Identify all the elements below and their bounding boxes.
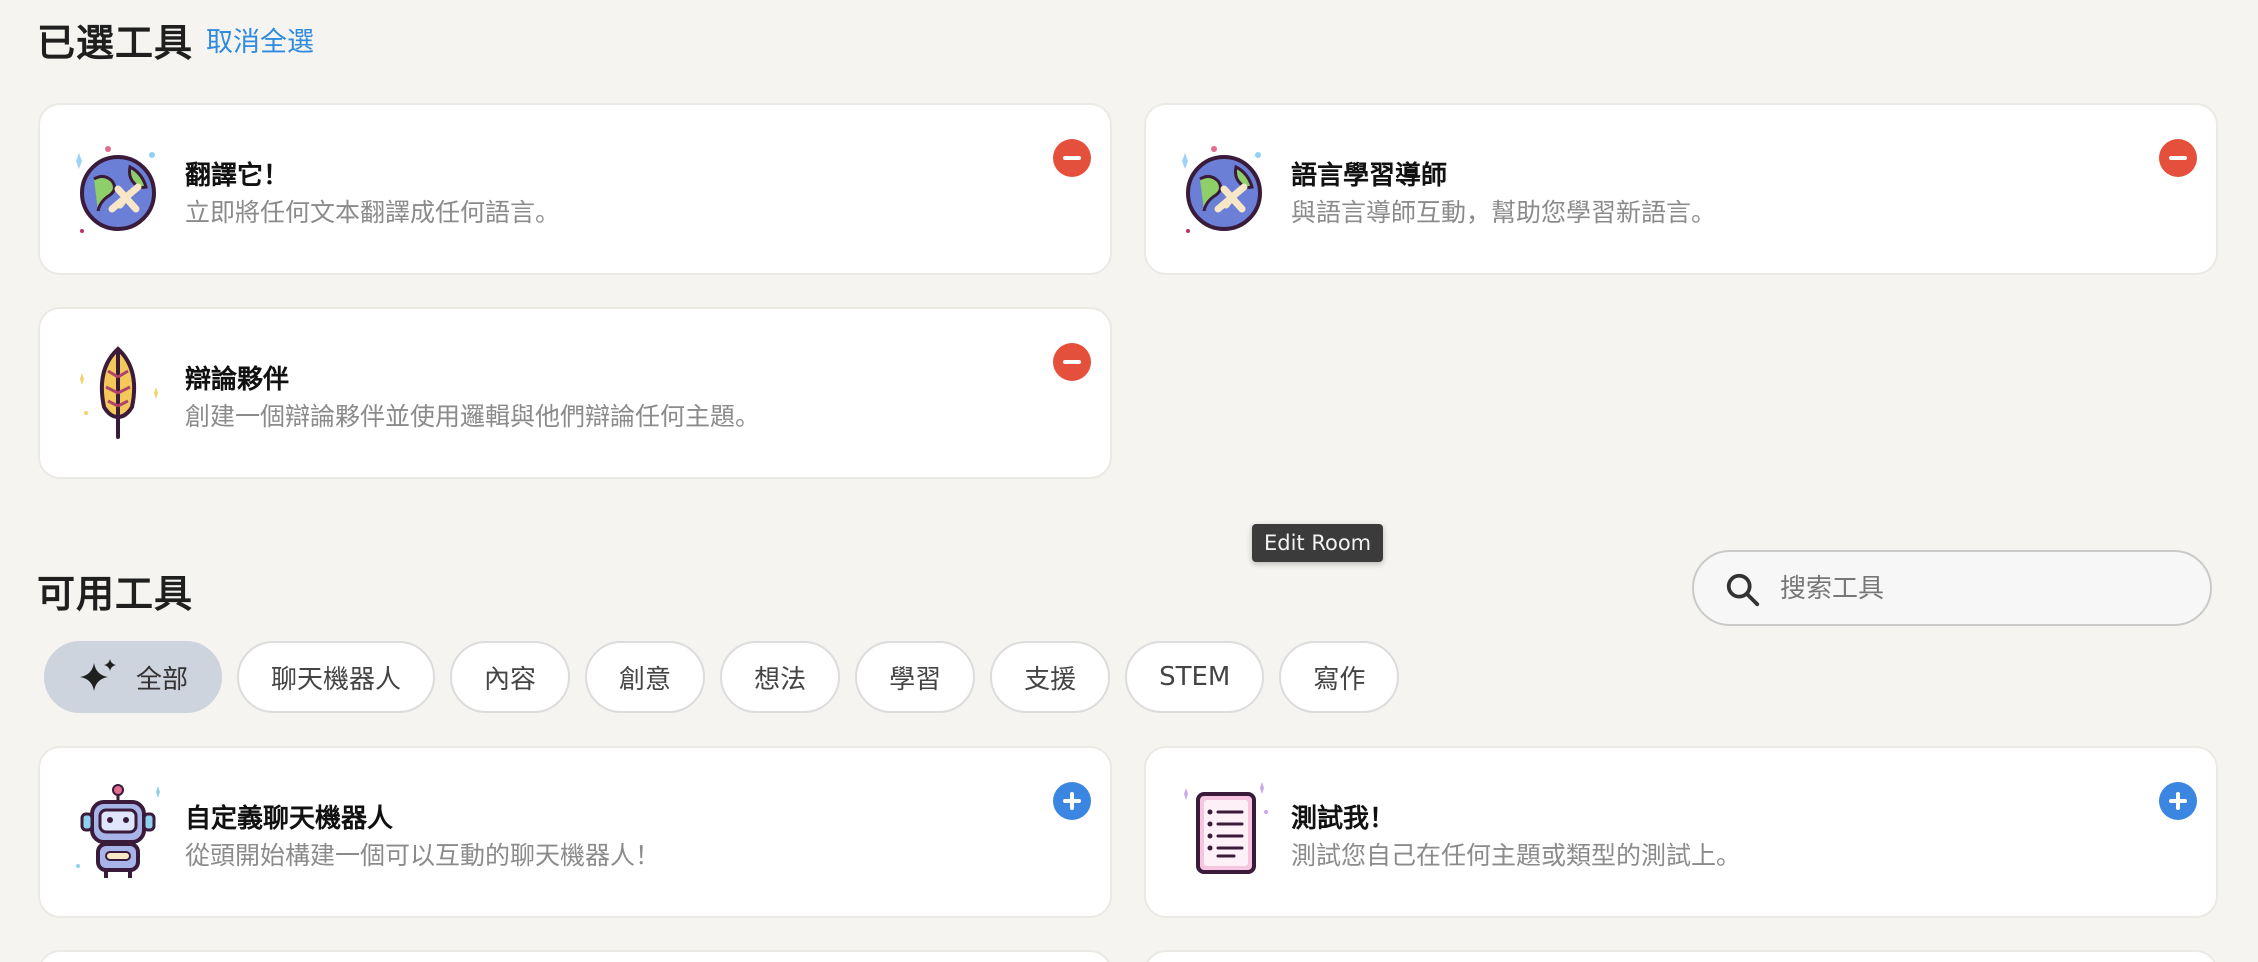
globe-plane-icon bbox=[76, 146, 156, 233]
available-tool-card-test-me[interactable]: 測試我！ 測試您自己在任何主題或類型的測試上。 bbox=[1144, 746, 2218, 918]
available-tool-card-custom-chatbot[interactable]: 自定義聊天機器人 從頭開始構建一個可以互動的聊天機器人！ bbox=[38, 746, 1112, 918]
selected-tools-title: 已選工具 bbox=[37, 21, 194, 65]
tool-title: 翻譯它！ bbox=[185, 161, 290, 191]
search-icon bbox=[1726, 573, 1760, 607]
selected-tool-card-translate[interactable]: 翻譯它！ 立即將任何文本翻譯成任何語言。 bbox=[38, 103, 1112, 275]
remove-tool-button[interactable] bbox=[1053, 343, 1091, 381]
deselect-all-link[interactable]: 取消全選 bbox=[206, 20, 314, 59]
search-box[interactable] bbox=[1692, 550, 2212, 626]
tool-description: 立即將任何文本翻譯成任何語言。 bbox=[185, 198, 561, 227]
selected-tool-card-debate-partner[interactable]: 辯論夥伴 創建一個辯論夥伴並使用邏輯與他們辯論任何主題。 bbox=[38, 307, 1112, 479]
category-filters: 全部 聊天機器人 內容 創意 想法 學習 支援 STEM 寫作 bbox=[44, 641, 1400, 713]
filter-chip-writing[interactable]: 寫作 bbox=[1279, 641, 1400, 713]
tool-title: 語言學習導師 bbox=[1291, 161, 1448, 191]
test-sheet-icon bbox=[1184, 782, 1268, 874]
available-tool-card-partial[interactable] bbox=[38, 950, 1112, 962]
edit-room-tooltip: Edit Room bbox=[1252, 524, 1384, 562]
filter-chip-creative[interactable]: 創意 bbox=[585, 641, 706, 713]
filter-chip-label: 全部 bbox=[136, 664, 189, 695]
tool-title: 自定義聊天機器人 bbox=[185, 804, 394, 834]
available-tool-card-partial[interactable] bbox=[1144, 950, 2218, 962]
selected-tool-card-language-tutor[interactable]: 語言學習導師 與語言導師互動，幫助您學習新語言。 bbox=[1144, 103, 2218, 275]
feather-icon bbox=[80, 346, 158, 439]
tool-description: 創建一個辯論夥伴並使用邏輯與他們辯論任何主題。 bbox=[185, 402, 761, 431]
search-input[interactable] bbox=[1780, 566, 2180, 612]
filter-chip-support[interactable]: 支援 bbox=[990, 641, 1111, 713]
sparkle-icon bbox=[80, 659, 116, 691]
tool-title: 辯論夥伴 bbox=[185, 365, 290, 395]
tool-description: 測試您自己在任何主題或類型的測試上。 bbox=[1291, 841, 1742, 870]
add-tool-button[interactable] bbox=[1053, 782, 1091, 820]
remove-tool-button[interactable] bbox=[2159, 139, 2197, 177]
available-tools-title: 可用工具 bbox=[37, 572, 194, 616]
tool-description: 從頭開始構建一個可以互動的聊天機器人！ bbox=[185, 841, 661, 870]
robot-icon bbox=[76, 784, 160, 878]
filter-chip-learning[interactable]: 學習 bbox=[855, 641, 976, 713]
filter-chip-stem[interactable]: STEM bbox=[1125, 641, 1265, 713]
add-tool-button[interactable] bbox=[2159, 782, 2197, 820]
remove-tool-button[interactable] bbox=[1053, 139, 1091, 177]
tool-title: 測試我！ bbox=[1291, 804, 1396, 834]
filter-chip-chatbot[interactable]: 聊天機器人 bbox=[237, 641, 436, 713]
globe-plane-icon bbox=[1182, 146, 1262, 233]
tool-description: 與語言導師互動，幫助您學習新語言。 bbox=[1291, 198, 1717, 227]
filter-chip-content[interactable]: 內容 bbox=[450, 641, 571, 713]
filter-chip-all[interactable]: 全部 bbox=[44, 641, 223, 713]
filter-chip-ideas[interactable]: 想法 bbox=[720, 641, 841, 713]
